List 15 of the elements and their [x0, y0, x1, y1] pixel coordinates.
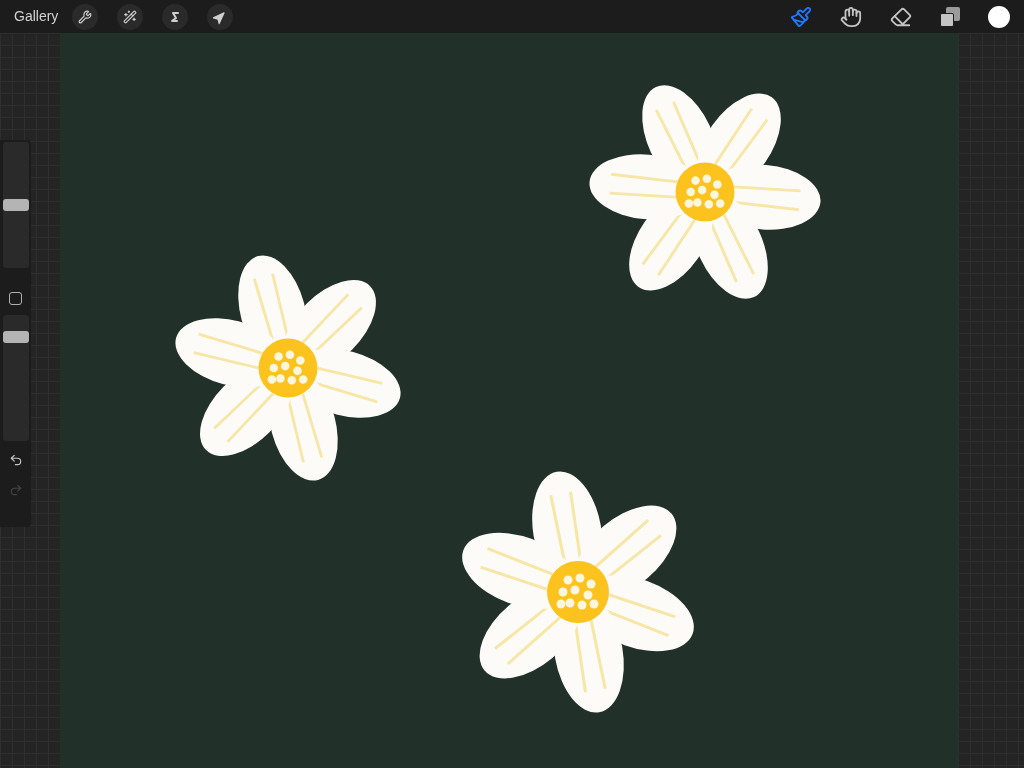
smudge-tool-icon[interactable] [840, 5, 862, 28]
gallery-link[interactable]: Gallery [14, 6, 59, 27]
wrench-icon[interactable] [72, 3, 99, 30]
slider-thumb[interactable] [2, 199, 29, 211]
modify-square-icon[interactable] [9, 292, 22, 305]
brush-tool-icon[interactable] [790, 5, 812, 28]
slider-thumb[interactable] [2, 330, 29, 343]
magic-wand-icon[interactable] [117, 3, 144, 30]
eraser-tool-icon[interactable] [890, 5, 912, 28]
brush-size-slider[interactable] [2, 142, 29, 268]
opacity-slider[interactable] [2, 315, 29, 441]
arrow-cursor-icon[interactable] [207, 3, 234, 30]
color-swatch[interactable] [988, 5, 1010, 28]
layers-icon[interactable] [940, 6, 960, 27]
undo-icon[interactable] [8, 453, 23, 467]
